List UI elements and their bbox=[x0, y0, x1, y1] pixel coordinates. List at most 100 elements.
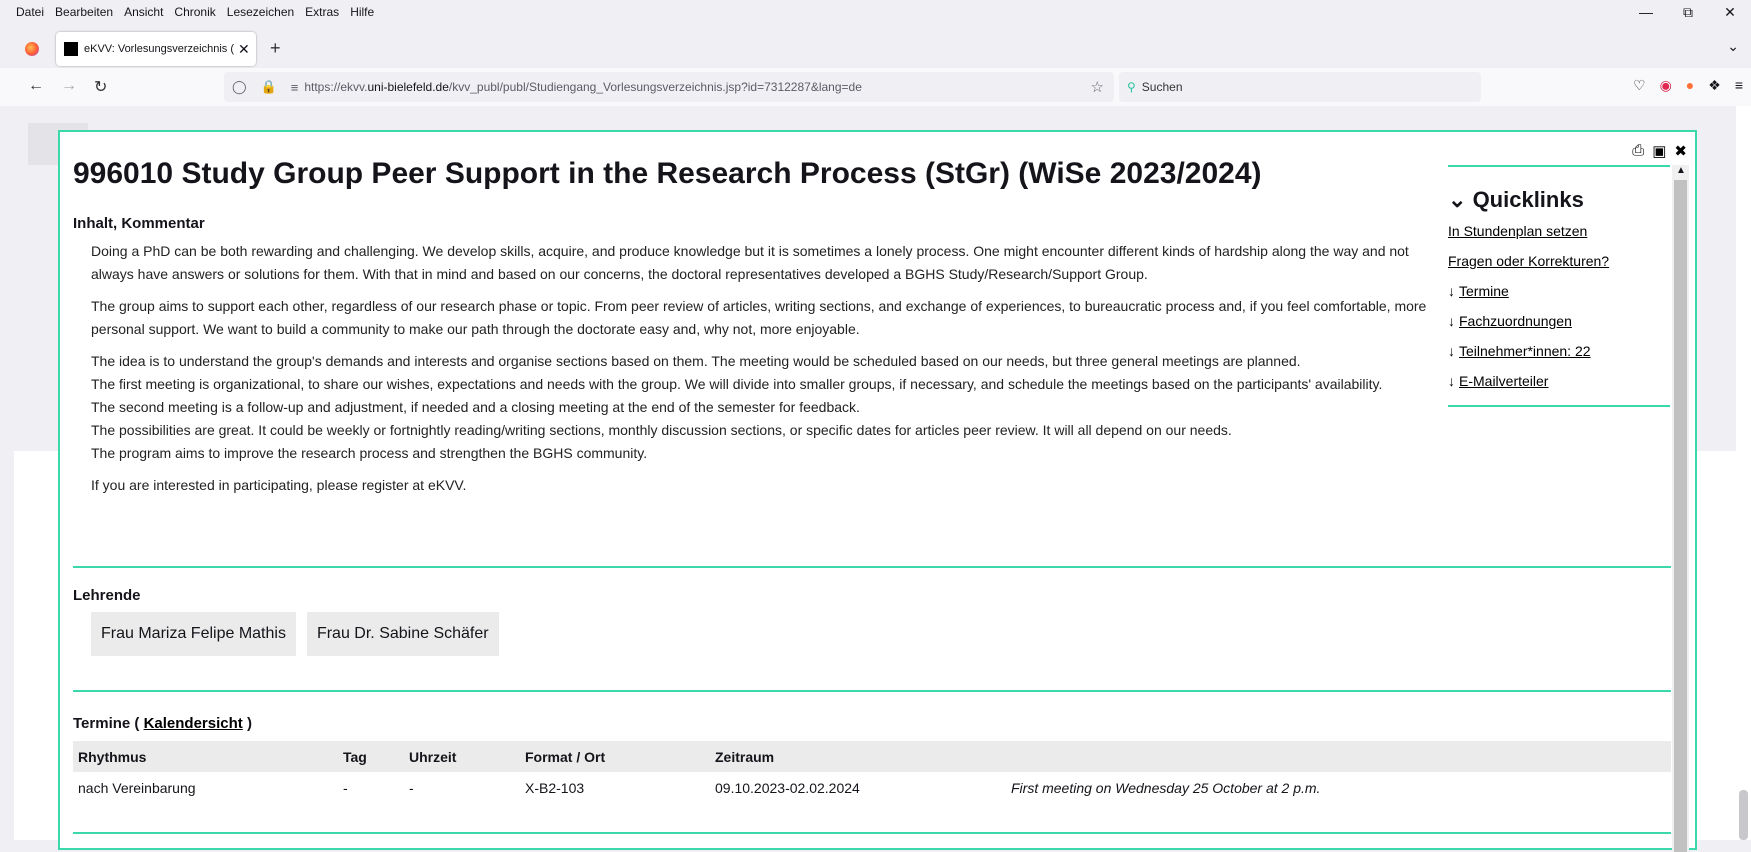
col-tag: Tag bbox=[338, 741, 404, 772]
korrekturen-link[interactable]: Fragen oder Korrekturen? bbox=[1448, 253, 1670, 269]
col-zeitraum: Zeitraum bbox=[710, 741, 1006, 772]
favicon-icon bbox=[64, 42, 78, 56]
menu-hilfe[interactable]: Hilfe bbox=[350, 5, 374, 19]
url-domain: uni-bielefeld.de bbox=[367, 80, 449, 94]
termine-anchor[interactable]: ↓ Termine bbox=[1448, 283, 1670, 299]
nav-bar: ← → ↻ ◯ 🔒 ≡ https://ekvv. uni-bielefeld.d… bbox=[0, 68, 1751, 106]
col-comment bbox=[1006, 741, 1671, 772]
separator bbox=[73, 832, 1671, 834]
dialog-main: 996010 Study Group Peer Support in the R… bbox=[73, 157, 1433, 506]
back-icon[interactable]: ← bbox=[28, 77, 44, 95]
close-window-icon[interactable]: ✕ bbox=[1709, 4, 1751, 21]
cell-tag: - bbox=[343, 779, 348, 796]
lecturer-chip[interactable]: Frau Mariza Felipe Mathis bbox=[91, 612, 296, 656]
arrow-down-icon: ↓ bbox=[1448, 343, 1455, 359]
cell-format: X-B2-103 bbox=[525, 779, 585, 796]
menu-ansicht[interactable]: Ansicht bbox=[124, 5, 163, 19]
restore-icon[interactable]: ⧉ bbox=[1667, 4, 1709, 21]
teilnehmer-anchor-label: Teilnehmer*innen: 22 bbox=[1459, 343, 1591, 359]
col-rhythmus: Rhythmus bbox=[73, 741, 338, 772]
quicklinks-top-bar bbox=[1448, 165, 1670, 167]
shield-icon[interactable]: ◯ bbox=[232, 79, 247, 95]
quicklinks-bottom-bar bbox=[1448, 405, 1670, 407]
termine-suffix: ) bbox=[242, 715, 252, 732]
arrow-down-icon: ↓ bbox=[1448, 373, 1455, 389]
teilnehmer-anchor[interactable]: ↓ Teilnehmer*innen: 22 bbox=[1448, 343, 1670, 359]
separator bbox=[73, 566, 1671, 568]
emailverteiler-anchor[interactable]: ↓ E-Mailverteiler bbox=[1448, 373, 1670, 389]
menu-icon[interactable]: ≡ bbox=[1735, 77, 1743, 94]
dialog-scrollbar[interactable]: ▲ bbox=[1672, 165, 1689, 852]
termine-table: Rhythmus Tag Uhrzeit Format / Ort Zeitra… bbox=[73, 741, 1671, 803]
url-bar[interactable]: ◯ 🔒 ≡ https://ekvv. uni-bielefeld.de/kvv_… bbox=[224, 72, 1114, 102]
bookmark-star-icon[interactable]: ☆ bbox=[1091, 78, 1104, 96]
paragraph-3a: The idea is to understand the group's de… bbox=[91, 353, 1301, 369]
dialog-tools: ⎙ ▣ ✖ bbox=[1632, 142, 1687, 160]
permissions-icon[interactable]: ≡ bbox=[291, 80, 299, 95]
stundenplan-link[interactable]: In Stundenplan setzen bbox=[1448, 223, 1670, 239]
url-prefix: https://ekvv. bbox=[304, 80, 368, 94]
paragraph-3d: The possibilities are great. It could be… bbox=[91, 422, 1232, 438]
col-uhrzeit: Uhrzeit bbox=[404, 741, 520, 772]
addon-red-icon[interactable]: ◉ bbox=[1660, 77, 1672, 94]
paragraph-3: The idea is to understand the group's de… bbox=[91, 350, 1433, 465]
quicklinks-panel: ⌄ Quicklinks In Stundenplan setzen Frage… bbox=[1448, 165, 1670, 407]
paragraph-1: Doing a PhD can be both rewarding and ch… bbox=[91, 243, 1409, 282]
table-header-row: Rhythmus Tag Uhrzeit Format / Ort Zeitra… bbox=[73, 741, 1671, 772]
tab-title: eKVV: Vorlesungsverzeichnis (Ui bbox=[84, 43, 234, 55]
list-tabs-icon[interactable]: ⌄ bbox=[1727, 38, 1739, 55]
dialog-scrollbar-thumb[interactable] bbox=[1674, 180, 1687, 852]
page-title: 996010 Study Group Peer Support in the R… bbox=[73, 157, 1262, 190]
extensions-icon[interactable]: ❖ bbox=[1708, 77, 1721, 94]
chevron-down-icon: ⌄ bbox=[1448, 187, 1467, 212]
tab-ekvv[interactable]: eKVV: Vorlesungsverzeichnis (Ui ✕ bbox=[56, 32, 256, 66]
paragraph-4: If you are interested in participating, … bbox=[91, 477, 467, 493]
menu-lesezeichen[interactable]: Lesezeichen bbox=[227, 5, 294, 19]
page-scrollbar-thumb[interactable] bbox=[1739, 790, 1748, 840]
search-icon: ⚲ bbox=[1127, 80, 1136, 94]
menu-bearbeiten[interactable]: Bearbeiten bbox=[55, 5, 113, 19]
lehrende-list: Frau Mariza Felipe Mathis Frau Dr. Sabin… bbox=[91, 612, 499, 656]
lock-icon[interactable]: 🔒 bbox=[261, 79, 277, 95]
cell-zeitraum: 09.10.2023-02.02.2024 bbox=[715, 779, 860, 796]
separator bbox=[73, 690, 1671, 692]
url-path: /kvv_publ/publ/Studiengang_Vorlesungsver… bbox=[448, 80, 862, 94]
paragraph-3b: The first meeting is organizational, to … bbox=[91, 376, 1383, 392]
close-tab-icon[interactable]: ✕ bbox=[238, 41, 250, 58]
emailverteiler-anchor-label: E-Mailverteiler bbox=[1459, 373, 1549, 389]
menu-extras[interactable]: Extras bbox=[305, 5, 339, 19]
close-icon[interactable]: ✖ bbox=[1674, 142, 1687, 160]
reload-icon[interactable]: ↻ bbox=[94, 77, 107, 97]
course-detail-dialog: ⎙ ▣ ✖ 996010 Study Group Peer Support in… bbox=[58, 130, 1697, 852]
fachzuordnungen-anchor-label: Fachzuordnungen bbox=[1459, 313, 1572, 329]
arrow-down-icon: ↓ bbox=[1448, 283, 1455, 299]
termine-prefix: Termine ( bbox=[73, 715, 144, 732]
search-bar[interactable]: ⚲ Suchen bbox=[1119, 72, 1481, 102]
new-tab-icon[interactable]: + bbox=[270, 38, 281, 59]
inhalt-heading: Inhalt, Kommentar bbox=[73, 215, 205, 232]
lecturer-chip[interactable]: Frau Dr. Sabine Schäfer bbox=[306, 612, 499, 656]
addon-orange-icon[interactable]: ● bbox=[1686, 77, 1694, 94]
kalendersicht-link[interactable]: Kalendersicht bbox=[144, 715, 243, 732]
termine-anchor-label: Termine bbox=[1459, 283, 1509, 299]
cell-uhrzeit: - bbox=[409, 779, 414, 796]
lehrende-heading: Lehrende bbox=[73, 587, 141, 604]
print-icon[interactable]: ⎙ bbox=[1632, 142, 1644, 160]
maximize-icon[interactable]: ▣ bbox=[1652, 142, 1666, 160]
cell-comment: First meeting on Wednesday 25 October at… bbox=[1011, 779, 1321, 796]
menu-chronik[interactable]: Chronik bbox=[174, 5, 215, 19]
pocket-icon[interactable]: ♡ bbox=[1633, 77, 1646, 94]
toolbar-icons: ♡ ◉ ● ❖ ≡ bbox=[1633, 77, 1743, 94]
menu-datei[interactable]: Datei bbox=[16, 5, 44, 19]
paragraph-2: The group aims to support each other, re… bbox=[91, 298, 1427, 337]
firefox-icon[interactable] bbox=[25, 42, 39, 56]
fachzuordnungen-anchor[interactable]: ↓ Fachzuordnungen bbox=[1448, 313, 1670, 329]
scroll-up-icon[interactable]: ▲ bbox=[1676, 165, 1686, 176]
forward-icon[interactable]: → bbox=[61, 77, 77, 95]
paragraph-3e: The program aims to improve the research… bbox=[91, 445, 648, 461]
cell-rhythmus: nach Vereinbarung bbox=[78, 779, 196, 796]
quicklinks-heading[interactable]: ⌄ Quicklinks bbox=[1448, 187, 1670, 213]
minimize-icon[interactable]: — bbox=[1625, 4, 1667, 21]
tab-bar: eKVV: Vorlesungsverzeichnis (Ui ✕ + ⌄ bbox=[0, 30, 1751, 68]
page-scrollbar[interactable] bbox=[1736, 106, 1751, 840]
